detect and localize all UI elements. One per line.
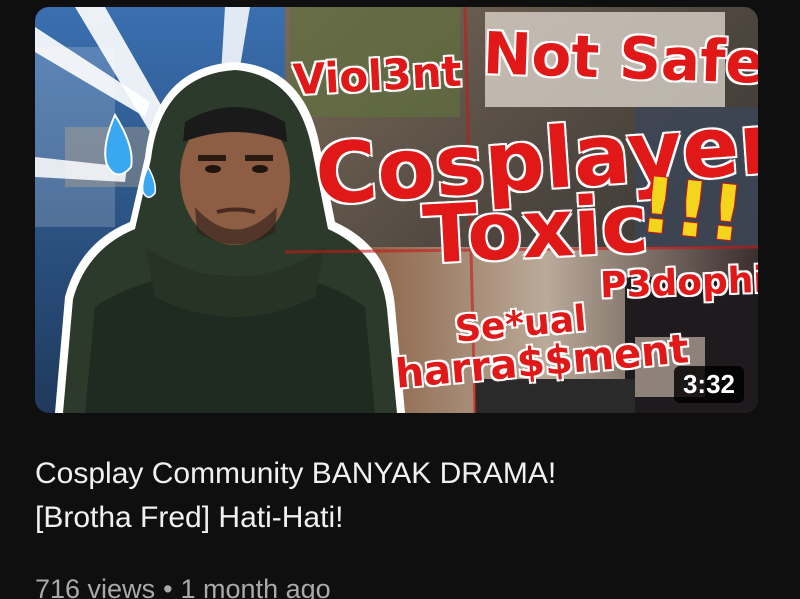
view-count: 716 views (35, 574, 156, 599)
meta-separator: • (163, 574, 173, 599)
upload-age: 1 month ago (180, 574, 331, 599)
thumb-text-exclaim: !!! (635, 159, 750, 260)
video-metadata: 716 views • 1 month ago (35, 574, 331, 599)
video-thumbnail[interactable]: Viol3nt Not Safe Cosplayer Toxic !!! P3d… (35, 7, 758, 413)
thumb-text-not-safe: Not Safe (481, 18, 758, 98)
video-card[interactable]: Viol3nt Not Safe Cosplayer Toxic !!! P3d… (0, 0, 800, 599)
thumb-text-violent: Viol3nt (291, 46, 464, 106)
thumb-text-pedophile: P3dophil3 (598, 257, 758, 307)
video-title[interactable]: Cosplay Community BANYAK DRAMA! [Brotha … (35, 452, 755, 540)
duration-badge: 3:32 (673, 366, 744, 403)
video-title-line-1: Cosplay Community BANYAK DRAMA! (35, 457, 557, 490)
thumb-text-toxic: Toxic (420, 176, 652, 283)
video-title-line-2: [Brotha Fred] Hati-Hati! (35, 501, 344, 534)
